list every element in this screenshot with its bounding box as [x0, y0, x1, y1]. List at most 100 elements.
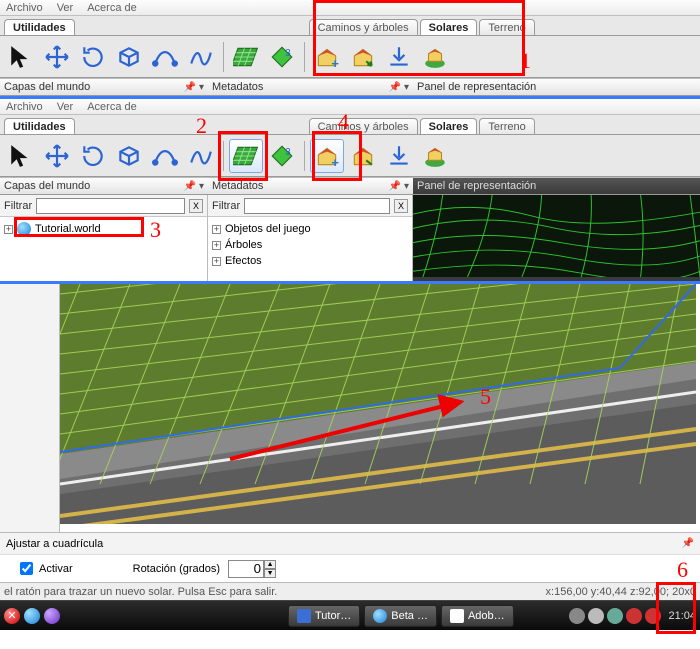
- clock: 21:04: [668, 610, 696, 622]
- tray-icon[interactable]: [626, 608, 642, 624]
- tool-cube-b[interactable]: [112, 139, 146, 173]
- pin-icon[interactable]: 📌 ▾: [389, 181, 409, 192]
- panel-headers-a: Capas del mundo📌 ▾ Metadatos📌 ▾ Panel de…: [0, 78, 700, 96]
- svg-text:3: 3: [285, 146, 290, 157]
- top-tabstrip: Utilidades Caminos y árboles Solares Ter…: [0, 16, 700, 36]
- task-tutor[interactable]: Tutor…: [288, 605, 360, 627]
- tool-lot-add-icon-b[interactable]: +: [310, 139, 344, 173]
- tree-row-arboles[interactable]: + Árboles: [212, 237, 408, 253]
- tool-lot-add-icon[interactable]: +: [310, 40, 344, 74]
- expander-icon[interactable]: +: [212, 225, 221, 234]
- tool-curve[interactable]: [148, 40, 182, 74]
- tab-solares[interactable]: Solares: [420, 19, 478, 35]
- tool-download-icon-b[interactable]: [382, 139, 416, 173]
- tray-icon[interactable]: [569, 608, 585, 624]
- capas-title-b: Capas del mundo: [4, 180, 90, 192]
- tool-diamond-icon[interactable]: 3: [265, 40, 299, 74]
- tab-terreno-b[interactable]: Terreno: [479, 118, 534, 134]
- tab-utilidades-b[interactable]: Utilidades: [4, 118, 75, 134]
- capas-tree[interactable]: + Tutorial.world 3: [0, 217, 207, 241]
- rotacion-spinner[interactable]: ▲▼: [228, 560, 276, 578]
- tree-row-objetos[interactable]: +Objetos del juego: [212, 221, 408, 237]
- svg-text:+: +: [331, 154, 339, 168]
- tab-caminos[interactable]: Caminos y árboles: [309, 19, 418, 35]
- tree-arboles-label: Árboles: [225, 239, 262, 251]
- tab-utilidades[interactable]: Utilidades: [4, 19, 75, 35]
- metadatos-title: Metadatos: [212, 81, 263, 93]
- expander-icon[interactable]: +: [4, 225, 13, 234]
- tool-rotate[interactable]: [76, 40, 110, 74]
- tray-icon[interactable]: [607, 608, 623, 624]
- tool-lot-share-icon-b[interactable]: [346, 139, 380, 173]
- tool-diamond-icon-b[interactable]: 3: [265, 139, 299, 173]
- rotacion-input[interactable]: [228, 560, 264, 578]
- pin-icon[interactable]: 📌: [682, 538, 694, 549]
- task-beta[interactable]: Beta …: [364, 605, 437, 627]
- tool-grid-icon[interactable]: [229, 40, 263, 74]
- activar-checkbox[interactable]: [20, 562, 33, 575]
- tool-cube[interactable]: [112, 40, 146, 74]
- expander-icon[interactable]: +: [212, 241, 221, 250]
- tab-caminos-b[interactable]: Caminos y árboles: [309, 118, 418, 134]
- activar-checkbox-label[interactable]: Activar: [20, 562, 73, 575]
- menu-archivo-b[interactable]: Archivo: [6, 101, 43, 113]
- status-bar: el ratón para trazar un nuevo solar. Pul…: [0, 582, 700, 600]
- app-tray-icon[interactable]: [44, 608, 60, 624]
- render-title: Panel de representación: [417, 81, 536, 93]
- callout-number-2: 2: [196, 113, 207, 139]
- tool-lot-share-icon[interactable]: [346, 40, 380, 74]
- tool-move-b[interactable]: [40, 139, 74, 173]
- meta-tree[interactable]: +Objetos del juego + Árboles + Efectos: [208, 217, 412, 273]
- close-tray-icon[interactable]: ✕: [4, 608, 20, 624]
- tool-curve-b[interactable]: [148, 139, 182, 173]
- render-panel-preview[interactable]: [413, 195, 700, 281]
- pin-icon[interactable]: 📌 ▾: [389, 82, 409, 93]
- spin-down-icon[interactable]: ▼: [264, 569, 276, 578]
- meta-filter-row: Filtrar X: [208, 195, 412, 217]
- callout-number-4: 4: [338, 109, 349, 135]
- menu-acerca[interactable]: Acerca de: [87, 2, 137, 14]
- menu-archivo[interactable]: Archivo: [6, 2, 43, 14]
- tool-curve-two[interactable]: [184, 40, 218, 74]
- ajustar-header: Ajustar a cuadrícula 📌: [0, 532, 700, 554]
- pin-icon[interactable]: 📌 ▾: [184, 181, 204, 192]
- tool-pointer-b[interactable]: [4, 139, 38, 173]
- tray-icon[interactable]: [645, 608, 661, 624]
- tool-curve-two-b[interactable]: [184, 139, 218, 173]
- rotacion-label: Rotación (grados): [133, 563, 220, 575]
- globe-tray-icon[interactable]: [24, 608, 40, 624]
- tool-move[interactable]: [40, 40, 74, 74]
- tab-terreno[interactable]: Terreno: [479, 19, 534, 35]
- clear-filter-button[interactable]: X: [189, 199, 203, 213]
- tree-efectos-label: Efectos: [225, 255, 262, 267]
- tool-lot-grass-icon[interactable]: [418, 40, 452, 74]
- pin-icon[interactable]: 📌 ▾: [184, 82, 204, 93]
- activar-text: Activar: [39, 563, 73, 575]
- clear-filter-meta-button[interactable]: X: [394, 199, 408, 213]
- tool-rotate-b[interactable]: [76, 139, 110, 173]
- meta-filter-input[interactable]: [244, 198, 390, 214]
- svg-text:3: 3: [285, 47, 290, 58]
- tool-pointer[interactable]: [4, 40, 38, 74]
- spin-up-icon[interactable]: ▲: [264, 560, 276, 569]
- menu-bar-b: Archivo Ver Acerca de: [0, 99, 700, 115]
- callout-number-3: 3: [150, 217, 161, 243]
- tree-row-world[interactable]: + Tutorial.world: [4, 221, 203, 237]
- tool-download-icon[interactable]: [382, 40, 416, 74]
- menu-ver-b[interactable]: Ver: [57, 101, 74, 113]
- tab-solares-b[interactable]: Solares: [420, 118, 478, 134]
- callout-number-5: 5: [480, 384, 491, 410]
- capas-filter-input[interactable]: [36, 198, 185, 214]
- svg-text:+: +: [331, 55, 339, 69]
- tree-row-efectos[interactable]: + Efectos: [212, 253, 408, 269]
- menu-acerca-b[interactable]: Acerca de: [87, 101, 137, 113]
- globe-icon: [373, 609, 387, 623]
- tool-lot-grass-icon-b[interactable]: [418, 139, 452, 173]
- task-adob[interactable]: Adob…: [441, 605, 514, 627]
- tray-icon[interactable]: [588, 608, 604, 624]
- tool-grid-icon-b[interactable]: [229, 139, 263, 173]
- expander-icon[interactable]: +: [212, 257, 221, 266]
- menu-ver[interactable]: Ver: [57, 2, 74, 14]
- ajustar-body: Activar Rotación (grados) ▲▼ 6: [0, 554, 700, 582]
- viewport-3d[interactable]: 5: [60, 284, 700, 524]
